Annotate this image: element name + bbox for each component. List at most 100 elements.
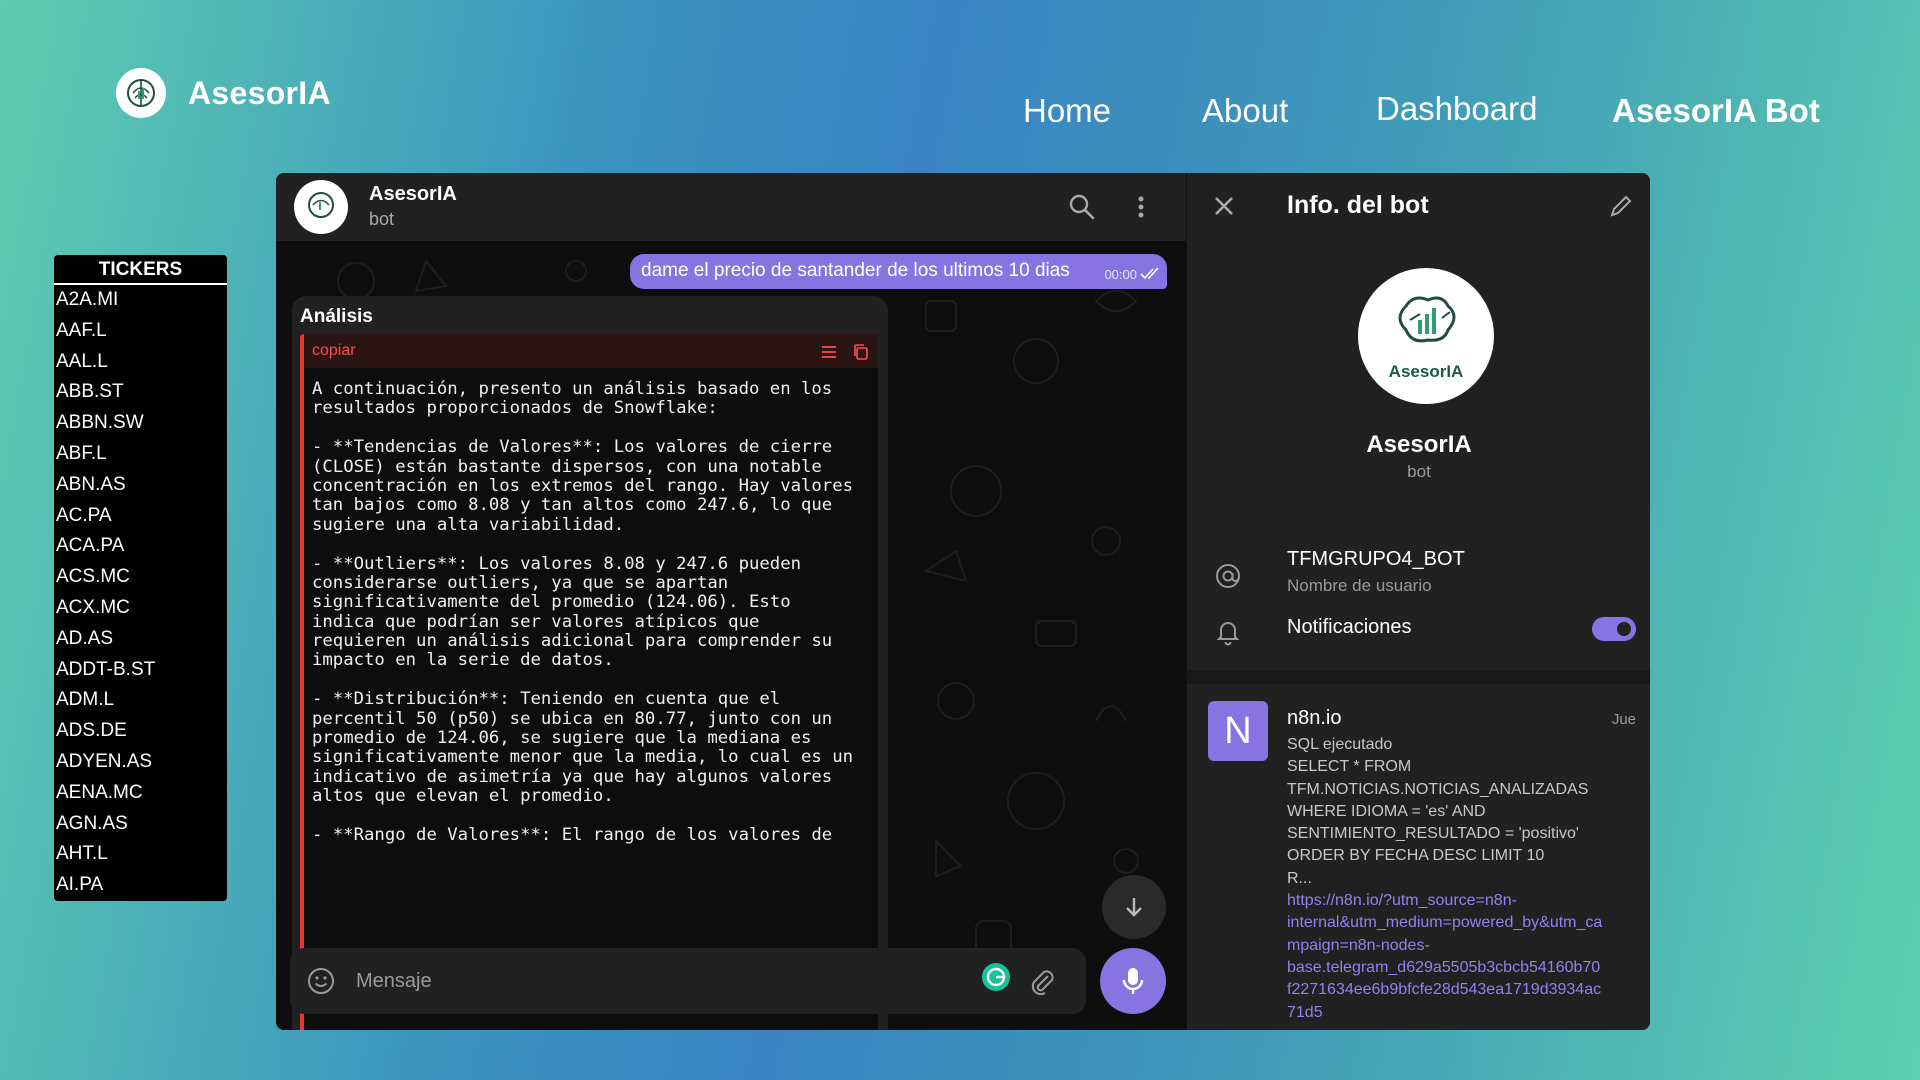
more-vertical-icon[interactable] bbox=[1126, 192, 1156, 222]
code-line: tan bajos como 8.08 y tan altos como 247… bbox=[312, 495, 833, 516]
chat-title[interactable]: AsesorIA bbox=[369, 183, 457, 206]
bot-info-panel: Info. del bot AsesorIA AsesorIA bot TFMG… bbox=[1186, 173, 1650, 1030]
notification-link[interactable]: https://n8n.io/?utm_source=n8n-internal&… bbox=[1287, 890, 1637, 1024]
tickers-list: TICKERS A2A.MI AAF.L AAL.L ABB.ST ABBN.SW ABF… bbox=[54, 255, 227, 901]
at-sign-icon bbox=[1216, 564, 1240, 588]
chat-header: AsesorIA bot bbox=[276, 173, 1186, 241]
ticker-item[interactable]: ADS.DE bbox=[54, 716, 227, 747]
notification-line: TFM.NOTICIAS.NOTICIAS_ANALIZADAS bbox=[1287, 780, 1589, 798]
ticker-item[interactable]: AHT.L bbox=[54, 839, 227, 870]
ticker-item[interactable]: AD.AS bbox=[54, 624, 227, 655]
ticker-item[interactable]: ABN.AS bbox=[54, 470, 227, 501]
copy-icon[interactable] bbox=[852, 343, 870, 361]
notification-line: SELECT * FROM bbox=[1287, 758, 1412, 776]
nav-asesoria-bot[interactable]: AsesorIA Bot bbox=[1612, 92, 1820, 130]
code-line: indica que podrían ser valores atípicos … bbox=[312, 611, 760, 632]
chat-subtitle: bot bbox=[369, 209, 395, 229]
code-line: - **Tendencias de Valores**: Los valores… bbox=[312, 437, 833, 458]
outgoing-message[interactable]: dame el precio de santander de los ultim… bbox=[630, 254, 1167, 289]
tickers-header: TICKERS bbox=[54, 255, 227, 285]
emoji-icon[interactable] bbox=[306, 966, 336, 996]
ticker-item[interactable]: ABB.ST bbox=[54, 377, 227, 408]
voice-record-button[interactable] bbox=[1100, 948, 1166, 1014]
ticker-item[interactable]: AAF.L bbox=[54, 316, 227, 347]
notifications-label: Notificaciones bbox=[1287, 616, 1412, 638]
message-title: Análisis bbox=[300, 306, 373, 327]
incoming-message[interactable]: Análisis copiar A continuación, presento… bbox=[292, 296, 888, 1030]
ticker-item[interactable]: ACX.MC bbox=[54, 593, 227, 624]
code-block-header: copiar bbox=[304, 334, 878, 368]
brain-chart-logo-icon bbox=[1398, 296, 1456, 343]
code-line: (CLOSE) están bastante dispersos, con un… bbox=[312, 456, 822, 477]
ticker-item[interactable]: A2A.MI bbox=[54, 285, 227, 316]
code-line: promedio de 124.06, se sugiere que la me… bbox=[312, 728, 812, 749]
notification-link-line[interactable]: mpaign=n8n-nodes- bbox=[1287, 935, 1637, 957]
ticker-item[interactable]: AGN.AS bbox=[54, 809, 227, 840]
notifications-toggle[interactable] bbox=[1592, 617, 1636, 641]
ticker-item[interactable]: ABF.L bbox=[54, 439, 227, 470]
copy-label[interactable]: copiar bbox=[312, 342, 356, 360]
close-icon[interactable] bbox=[1210, 192, 1238, 220]
bot-username[interactable]: TFMGRUPO4_BOT bbox=[1287, 548, 1465, 571]
notification-link-line[interactable]: base.telegram_d629a5505b3cbcb54160b70 bbox=[1287, 957, 1637, 979]
n8n-avatar[interactable]: N bbox=[1208, 701, 1268, 761]
ticker-item[interactable]: AC.PA bbox=[54, 501, 227, 532]
nav-dashboard[interactable]: Dashboard bbox=[1376, 90, 1537, 128]
grammar-assistant-icon[interactable] bbox=[980, 961, 1012, 993]
search-icon[interactable] bbox=[1067, 192, 1097, 222]
telegram-window: AsesorIA bot dame el precio de santander… bbox=[276, 173, 1650, 1030]
ticker-item[interactable]: ABBN.SW bbox=[54, 408, 227, 439]
info-panel-title: Info. del bot bbox=[1287, 191, 1429, 219]
edit-pencil-icon[interactable] bbox=[1607, 192, 1635, 220]
notification-sender: n8n.io bbox=[1287, 707, 1342, 729]
ticker-item[interactable]: ACA.PA bbox=[54, 531, 227, 562]
chat-pane: AsesorIA bot dame el precio de santander… bbox=[276, 173, 1186, 1030]
notification-link-line[interactable]: f2271634ee6b9bfcfe28d543ea1719d3934ac bbox=[1287, 979, 1637, 1001]
ticker-item[interactable]: ADDT-B.ST bbox=[54, 655, 227, 686]
notification-link-line[interactable]: https://n8n.io/?utm_source=n8n- bbox=[1287, 890, 1637, 912]
message-input[interactable] bbox=[356, 966, 956, 996]
ticker-item[interactable]: ACS.MC bbox=[54, 562, 227, 593]
bot-avatar[interactable] bbox=[294, 180, 348, 234]
notification-body: SQL ejecutado SELECT * FROM TFM.NOTICIAS.N… bbox=[1287, 734, 1637, 1024]
section-divider bbox=[1187, 670, 1650, 684]
code-line: altos que elevan el promedio. bbox=[312, 786, 614, 807]
ticker-item[interactable]: AAL.L bbox=[54, 347, 227, 378]
notification-line: SENTIMIENTO_RESULTADO = 'positivo' bbox=[1287, 825, 1579, 843]
notification-line: R... bbox=[1287, 869, 1312, 887]
code-line: - **Rango de Valores**: El rango de los … bbox=[312, 824, 833, 845]
code-line: sugiere una alta variabilidad. bbox=[312, 514, 625, 535]
double-check-icon bbox=[1140, 267, 1159, 280]
notification-link-line[interactable]: 71d5 bbox=[1287, 1002, 1637, 1024]
notification-line: ORDER BY FECHA DESC LIMIT 10 bbox=[1287, 847, 1545, 865]
notification-link-line[interactable]: internal&utm_medium=powered_by&utm_ca bbox=[1287, 912, 1637, 934]
bell-icon bbox=[1216, 622, 1240, 646]
microphone-icon bbox=[1122, 968, 1144, 994]
bot-profile-avatar[interactable]: AsesorIA bbox=[1358, 268, 1494, 404]
notification-day: Jue bbox=[1611, 711, 1636, 728]
code-line: A continuación, presento un análisis bas… bbox=[312, 379, 833, 399]
ticker-item[interactable]: AENA.MC bbox=[54, 778, 227, 809]
notification-line: SQL ejecutado bbox=[1287, 736, 1393, 753]
scroll-down-button[interactable] bbox=[1102, 875, 1166, 939]
code-text: A continuación, presento un análisis bas… bbox=[312, 378, 872, 845]
ticker-item[interactable]: ADYEN.AS bbox=[54, 747, 227, 778]
code-line: significativamente menor que la media, l… bbox=[312, 747, 854, 768]
code-line: resultados proporcionados de Snowflake: bbox=[312, 398, 718, 419]
nav-about[interactable]: About bbox=[1202, 92, 1288, 130]
notification-line: WHERE IDIOMA = 'es' AND bbox=[1287, 802, 1486, 820]
code-line: percentil 50 (p50) se ubica en 80.77, ju… bbox=[312, 708, 833, 729]
ticker-item[interactable]: AI.PA bbox=[54, 870, 227, 901]
bot-name: AsesorIA bbox=[1366, 431, 1472, 458]
main-nav: Home About Dashboard AsesorIA Bot bbox=[0, 90, 1920, 134]
code-line: significativamente del promedio (124.06)… bbox=[312, 592, 791, 613]
nav-home[interactable]: Home bbox=[1023, 92, 1111, 130]
code-block: copiar A continuación, presento un análi… bbox=[300, 334, 878, 1030]
ticker-item[interactable]: ADM.L bbox=[54, 685, 227, 716]
attach-icon[interactable] bbox=[1028, 966, 1056, 996]
wrap-lines-icon[interactable] bbox=[820, 343, 838, 361]
